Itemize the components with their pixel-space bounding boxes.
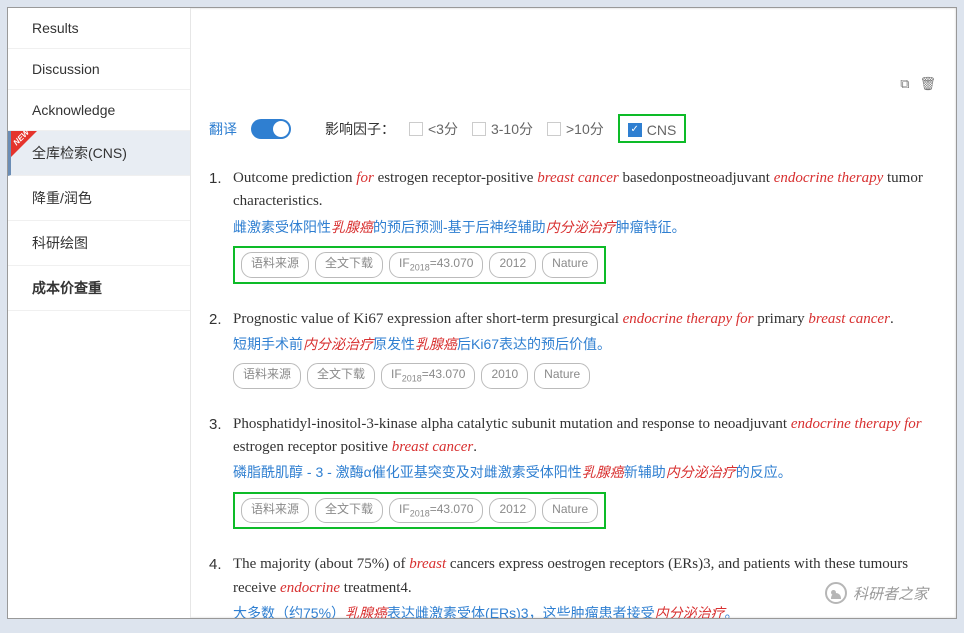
translate-label: 翻译	[209, 119, 237, 139]
tag-journal: Nature	[534, 363, 590, 388]
result-tags: 语料来源全文下载IF2018=43.0702012Nature	[233, 492, 606, 529]
tag-impact-factor: IF2018=43.070	[381, 363, 475, 388]
tag-source[interactable]: 语料来源	[241, 498, 309, 523]
copy-icon[interactable]: ⧉	[900, 76, 909, 92]
tag-impact-factor: IF2018=43.070	[389, 498, 483, 523]
delete-icon[interactable]: 🗑	[919, 76, 936, 92]
tag-journal: Nature	[542, 252, 598, 277]
tag-download[interactable]: 全文下载	[315, 498, 383, 523]
result-number: 1.	[209, 167, 233, 284]
new-badge: NEW	[11, 131, 37, 157]
tag-journal: Nature	[542, 498, 598, 523]
result-item: 3.Phosphatidyl-inositol-3-kinase alpha c…	[209, 413, 938, 530]
top-action-icons: ⧉ 🗑	[900, 76, 936, 92]
result-tags: 语料来源全文下载IF2018=43.0702012Nature	[233, 246, 606, 283]
filter-bar: 翻译 影响因子： <3分 3-10分 >10分 ✓CNS	[209, 114, 938, 143]
result-item: 1.Outcome prediction for estrogen recept…	[209, 167, 938, 284]
result-number: 2.	[209, 308, 233, 389]
result-title-cn: 雌激素受体阳性乳腺癌的预后预测-基于后神经辅助内分泌治疗肿瘤特征。	[233, 217, 938, 239]
filter-3-10[interactable]: 3-10分	[472, 119, 533, 139]
wechat-icon	[825, 582, 847, 604]
result-tags: 语料来源全文下载IF2018=43.0702010Nature	[233, 363, 590, 388]
tag-year: 2012	[489, 498, 536, 523]
translate-toggle[interactable]	[251, 119, 291, 139]
result-title-cn: 大多数（约75%）乳腺癌表达雌激素受体(ERs)3，这些肿瘤患者接受内分泌治疗。	[233, 603, 938, 618]
tag-download[interactable]: 全文下载	[307, 363, 375, 388]
impact-factor-label: 影响因子：	[325, 119, 395, 139]
result-body: Phosphatidyl-inositol-3-kinase alpha cat…	[233, 413, 938, 530]
sidebar-item-plagiarism[interactable]: 成本价查重	[8, 266, 190, 311]
result-body: Outcome prediction for estrogen receptor…	[233, 167, 938, 284]
result-title-en: Prognostic value of Ki67 expression afte…	[233, 308, 938, 331]
tag-source[interactable]: 语料来源	[241, 252, 309, 277]
filter-gt10[interactable]: >10分	[547, 119, 604, 139]
filter-lt3[interactable]: <3分	[409, 119, 458, 139]
app-frame: Results Discussion Acknowledge NEW 全库检索(…	[7, 7, 957, 619]
tag-impact-factor: IF2018=43.070	[389, 252, 483, 277]
tag-year: 2012	[489, 252, 536, 277]
sidebar-item-results[interactable]: Results	[8, 8, 190, 49]
tag-download[interactable]: 全文下载	[315, 252, 383, 277]
result-title-en: Phosphatidyl-inositol-3-kinase alpha cat…	[233, 413, 938, 460]
sidebar-item-label: 全库检索(CNS)	[32, 145, 127, 161]
sidebar-item-rewrite[interactable]: 降重/润色	[8, 176, 190, 221]
result-number: 3.	[209, 413, 233, 530]
tag-year: 2010	[481, 363, 528, 388]
result-item: 2.Prognostic value of Ki67 expression af…	[209, 308, 938, 389]
main-content: ⧉ 🗑 翻译 影响因子： <3分 3-10分 >10分 ✓CNS 1.Outco…	[191, 8, 956, 618]
sidebar-item-discussion[interactable]: Discussion	[8, 49, 190, 90]
sidebar: Results Discussion Acknowledge NEW 全库检索(…	[8, 8, 191, 618]
watermark: 科研者之家	[825, 582, 928, 604]
watermark-text: 科研者之家	[853, 583, 928, 604]
filter-cns[interactable]: ✓CNS	[628, 122, 677, 138]
result-title-en: Outcome prediction for estrogen receptor…	[233, 167, 938, 214]
result-body: Prognostic value of Ki67 expression afte…	[233, 308, 938, 389]
result-title-cn: 磷脂酰肌醇 - 3 - 激酶α催化亚基突变及对雌激素受体阳性乳腺癌新辅助内分泌治…	[233, 462, 938, 484]
sidebar-item-cns-search[interactable]: NEW 全库检索(CNS)	[8, 131, 190, 176]
cns-highlight-box: ✓CNS	[618, 114, 687, 143]
results-list: 1.Outcome prediction for estrogen recept…	[209, 167, 938, 618]
result-title-cn: 短期手术前内分泌治疗原发性乳腺癌后Ki67表达的预后价值。	[233, 334, 938, 356]
sidebar-item-plotting[interactable]: 科研绘图	[8, 221, 190, 266]
sidebar-item-acknowledge[interactable]: Acknowledge	[8, 90, 190, 131]
tag-source[interactable]: 语料来源	[233, 363, 301, 388]
result-number: 4.	[209, 553, 233, 618]
